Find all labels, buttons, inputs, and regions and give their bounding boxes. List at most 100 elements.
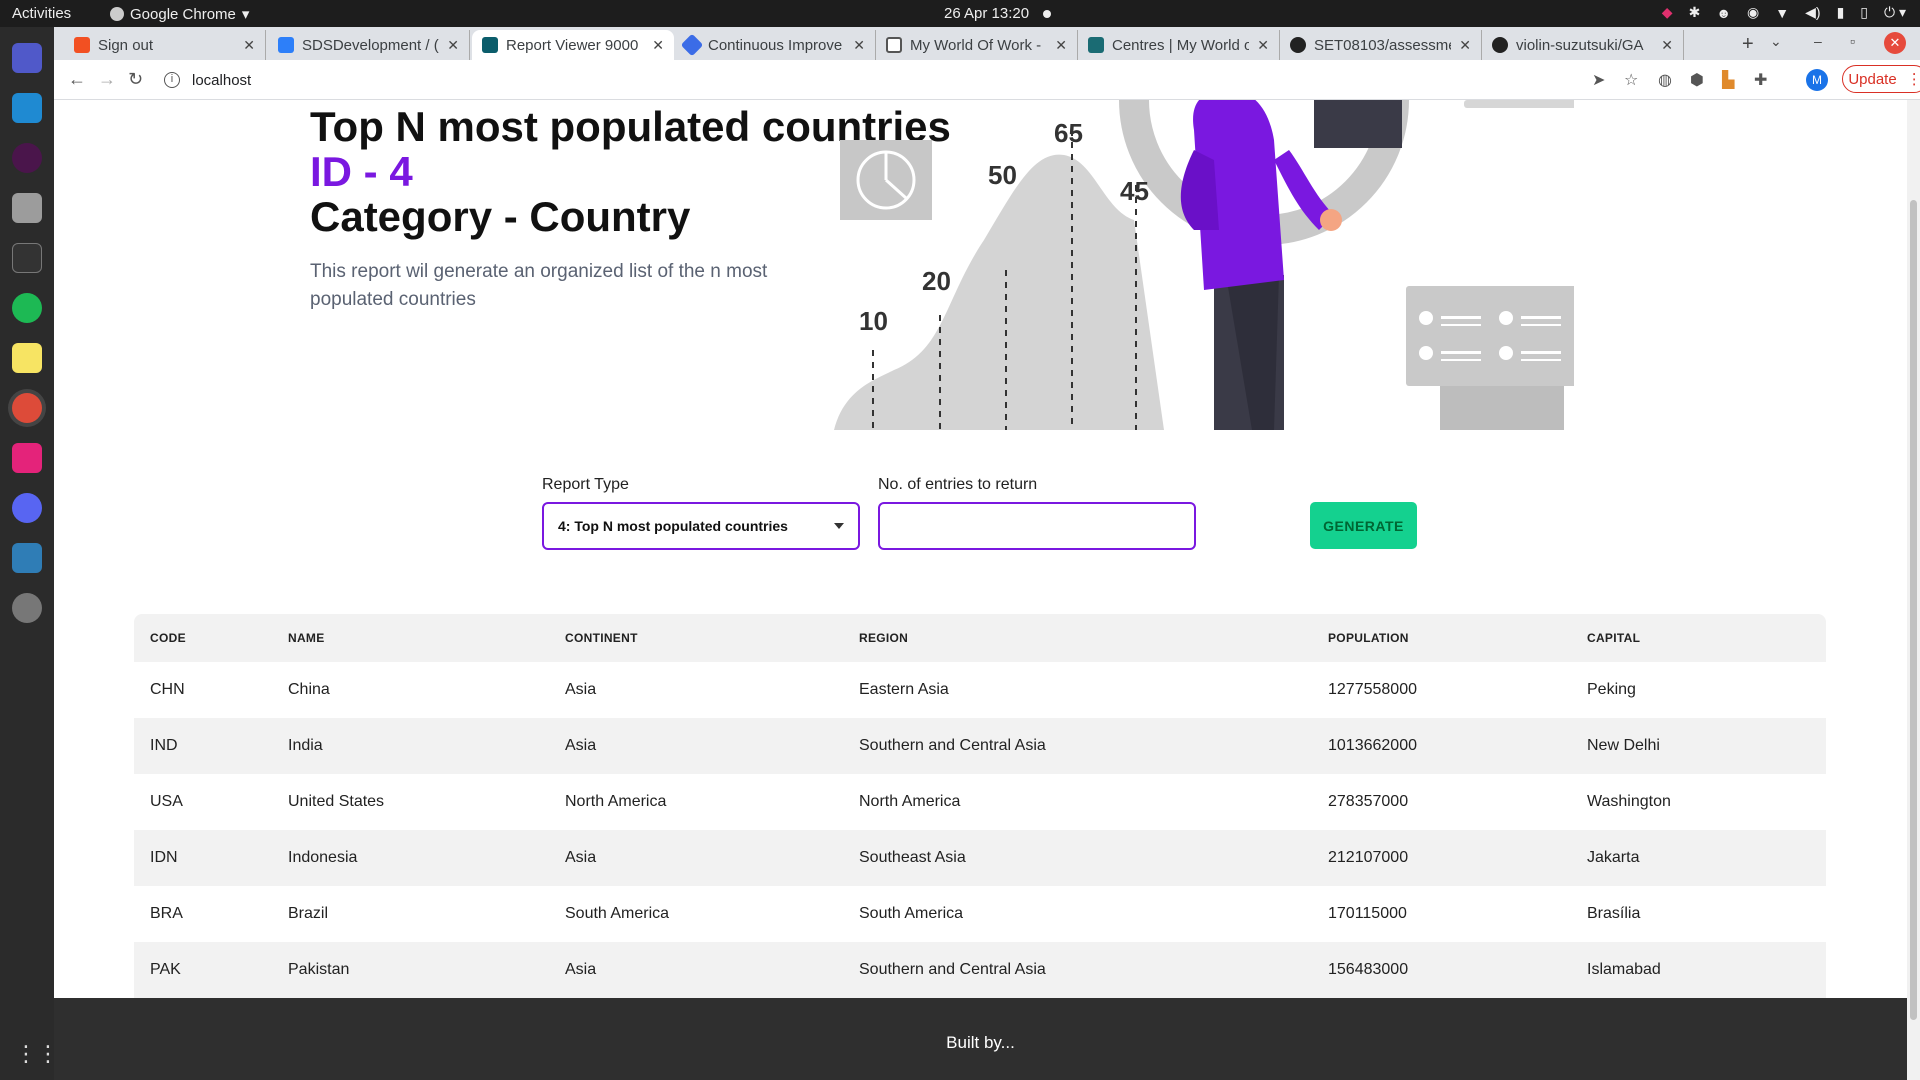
cell-continent: Asia — [565, 849, 597, 866]
wifi-icon[interactable]: ▼ — [1775, 5, 1789, 21]
tab-search-icon[interactable]: ⌄ — [1770, 33, 1782, 50]
terminal-icon[interactable] — [12, 243, 42, 273]
tab-centres[interactable]: Centres | My World o ✕ — [1078, 30, 1280, 60]
clock-label: 26 Apr 13:20 — [944, 5, 1030, 22]
app-indicator-icon[interactable]: ◆ — [1662, 4, 1673, 21]
tab-title: SET08103/assessme — [1314, 36, 1452, 54]
report-id: ID - 4 — [310, 148, 413, 195]
send-icon[interactable]: ➤ — [1592, 70, 1605, 90]
extension-icon[interactable]: ◍ — [1658, 70, 1672, 90]
cell-name: Pakistan — [288, 961, 350, 978]
cell-code: PAK — [150, 961, 181, 978]
microphone-icon[interactable]: ▮ — [1837, 4, 1845, 21]
slack-icon[interactable] — [12, 143, 42, 173]
close-icon[interactable]: ✕ — [1055, 37, 1067, 54]
power-icon[interactable]: ⏻ ▾ — [1884, 4, 1906, 21]
cell-code: IND — [150, 737, 178, 754]
address-bar[interactable]: i localhost — [164, 65, 1624, 95]
volume-icon[interactable]: ◀) — [1805, 4, 1820, 21]
header-region: REGION — [859, 631, 909, 645]
extension-icon[interactable]: ▙ — [1722, 70, 1734, 90]
github-icon — [1492, 37, 1508, 53]
close-icon[interactable]: ✕ — [1459, 37, 1471, 54]
bookmark-star-icon[interactable]: ☆ — [1624, 70, 1638, 90]
teams-icon[interactable] — [12, 43, 42, 73]
app-menu[interactable]: Google Chrome ▾ — [110, 5, 249, 23]
cell-capital: Islamabad — [1587, 961, 1661, 978]
discord-icon[interactable] — [12, 493, 42, 523]
entries-input[interactable] — [878, 502, 1196, 550]
cell-continent: Asia — [565, 681, 597, 698]
chrome-icon[interactable] — [12, 393, 42, 423]
profile-avatar[interactable]: M — [1806, 69, 1828, 91]
tab-my-world-of-work[interactable]: My World Of Work - ✕ — [876, 30, 1078, 60]
close-icon[interactable]: ✕ — [853, 37, 865, 54]
activities-button[interactable]: Activities — [12, 5, 71, 22]
puzzle-icon[interactable]: ✚ — [1754, 70, 1767, 90]
clock[interactable]: 26 Apr 13:20 — [944, 5, 1052, 22]
forward-button[interactable]: → — [98, 69, 116, 90]
screenshot-icon[interactable] — [12, 543, 42, 573]
settings-icon[interactable] — [12, 593, 42, 623]
scrollbar-thumb[interactable] — [1910, 200, 1917, 1020]
table-row: PAK Pakistan Asia Southern and Central A… — [134, 942, 1826, 998]
tab-continuous-improve[interactable]: Continuous Improve ✕ — [674, 30, 876, 60]
tray-app-icon[interactable]: ◉ — [1747, 4, 1759, 21]
system-tray[interactable]: ◆ ✱ ☻ ◉ ▼ ◀) ▮ ▯ ⏻ ▾ — [1662, 4, 1906, 21]
close-icon[interactable]: ✕ — [1257, 37, 1269, 54]
discord-tray-icon[interactable]: ☻ — [1716, 5, 1731, 21]
cell-region: Southeast Asia — [859, 849, 966, 866]
report-description: This report wil generate an organized li… — [310, 261, 768, 310]
system-top-bar: Activities Google Chrome ▾ 26 Apr 13:20 … — [0, 0, 1920, 27]
tab-report-viewer[interactable]: Report Viewer 9000 ✕ — [472, 30, 674, 60]
phone-icon[interactable]: ▯ — [1860, 4, 1868, 21]
jira-icon — [680, 33, 704, 57]
chart-label: 20 — [922, 266, 951, 296]
chrome-icon — [110, 7, 124, 21]
cell-name: China — [288, 681, 330, 698]
info-icon[interactable]: i — [164, 72, 180, 88]
tab-strip: Sign out ✕ SDSDevelopment / (✕ Report Vie… — [54, 27, 1920, 60]
generate-button[interactable]: GENERATE — [1310, 502, 1417, 549]
page-scrollbar[interactable] — [1907, 100, 1920, 1080]
new-tab-button[interactable]: + — [1742, 33, 1754, 56]
minimize-button[interactable]: – — [1814, 33, 1822, 49]
page-viewport: Top N most populated countries ID - 4 Ca… — [54, 100, 1907, 1080]
notes-icon[interactable] — [12, 343, 42, 373]
vscode-icon[interactable] — [12, 93, 42, 123]
show-applications-icon[interactable]: ⋮⋮ — [15, 1042, 59, 1066]
back-button[interactable]: ← — [68, 69, 86, 90]
tab-violin-suzutsuki[interactable]: violin-suzutsuki/GA ✕ — [1482, 30, 1684, 60]
close-icon[interactable]: ✕ — [1661, 37, 1673, 54]
close-icon[interactable]: ✕ — [243, 37, 255, 54]
footer-text: Built by... — [946, 1033, 1015, 1052]
update-button[interactable]: Update ⋮ — [1842, 65, 1920, 93]
app-menu-label: Google Chrome — [130, 5, 236, 23]
cell-capital: Jakarta — [1587, 849, 1640, 866]
tab-sign-out[interactable]: Sign out ✕ — [64, 30, 266, 60]
reload-button[interactable]: ↻ — [128, 69, 143, 90]
cell-population: 212107000 — [1328, 849, 1409, 866]
document-icon — [886, 37, 902, 53]
close-icon[interactable]: ✕ — [447, 37, 459, 54]
extension-icon[interactable]: ⬢ — [1690, 70, 1704, 90]
tab-sdsdevelopment[interactable]: SDSDevelopment / (✕ — [268, 30, 470, 60]
intellij-icon[interactable] — [12, 443, 42, 473]
close-icon[interactable]: ✕ — [652, 37, 664, 54]
cell-region: Southern and Central Asia — [859, 737, 1046, 754]
cell-population: 1277558000 — [1328, 681, 1417, 698]
more-icon: ⋮ — [1906, 71, 1920, 88]
cell-capital: Washington — [1587, 793, 1671, 810]
table-row: CHN China Asia Eastern Asia 1277558000 P… — [134, 662, 1826, 718]
dock: ⋮⋮ — [0, 27, 59, 1080]
maximize-button[interactable]: ▫ — [1850, 33, 1855, 49]
header-continent: CONTINENT — [565, 631, 638, 645]
slack-tray-icon[interactable]: ✱ — [1689, 4, 1701, 21]
report-category: Category - Country — [310, 193, 691, 240]
report-type-select[interactable]: 4: Top N most populated countries — [542, 502, 860, 550]
files-icon[interactable] — [12, 193, 42, 223]
spotify-icon[interactable] — [12, 293, 42, 323]
tab-set08103[interactable]: SET08103/assessme ✕ — [1280, 30, 1482, 60]
window-close-button[interactable]: ✕ — [1884, 32, 1906, 54]
table-row: IDN Indonesia Asia Southeast Asia 212107… — [134, 830, 1826, 886]
